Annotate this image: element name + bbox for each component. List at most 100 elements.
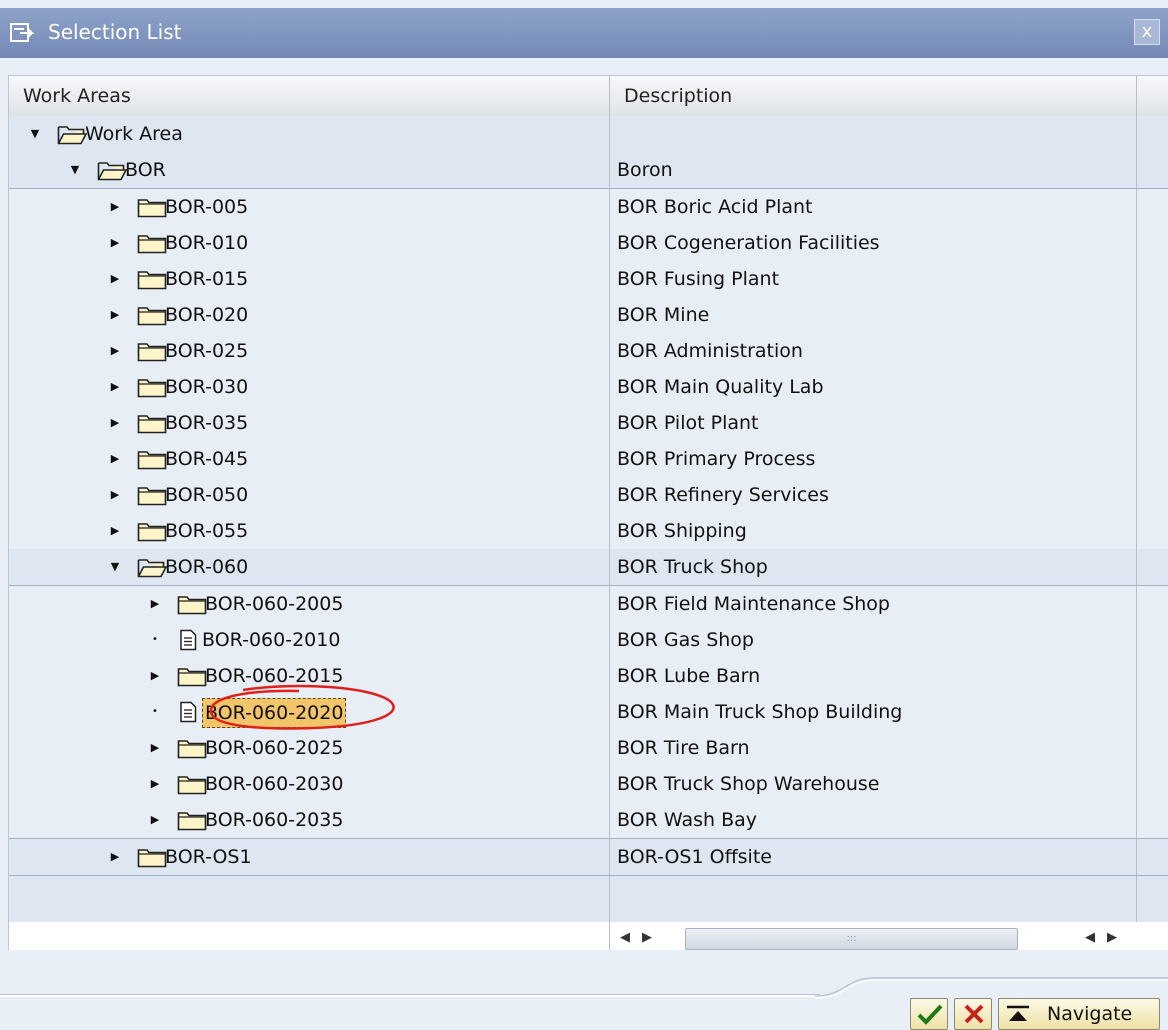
table-row[interactable]: ▶ BOR-005 BOR Boric Acid Plant <box>9 189 1168 225</box>
scroll-right-icon[interactable]: ▶ <box>1105 930 1119 945</box>
description-cell[interactable]: BOR Main Truck Shop Building <box>610 694 1137 730</box>
horizontal-scrollbar[interactable]: ◀ ▶::: ◀ ▶ <box>610 922 1137 950</box>
work-area-cell[interactable]: ▶ BOR-060-2015 <box>9 658 610 694</box>
collapse-arrow-right-icon[interactable]: ▶ <box>107 225 123 261</box>
table-row[interactable]: ▶ BOR-OS1 BOR-OS1 Offsite <box>9 839 1168 876</box>
collapse-arrow-right-icon[interactable]: ▶ <box>107 333 123 369</box>
description-cell[interactable]: Boron <box>610 152 1137 188</box>
work-area-cell[interactable]: • BOR-060-2020 <box>9 684 610 730</box>
work-area-label[interactable]: BOR-060-2035 <box>205 802 343 838</box>
work-area-cell[interactable]: ▶ BOR-060-2035 <box>9 802 610 838</box>
work-area-label[interactable]: BOR-025 <box>165 333 248 369</box>
ok-button[interactable] <box>910 998 948 1030</box>
table-row[interactable]: ▶ BOR-060-2015 BOR Lube Barn <box>9 658 1168 694</box>
work-area-label[interactable]: BOR-005 <box>165 189 248 225</box>
description-cell[interactable]: BOR Gas Shop <box>610 622 1137 658</box>
collapse-arrow-right-icon[interactable]: ▶ <box>107 513 123 549</box>
description-cell[interactable]: BOR Refinery Services <box>610 477 1137 513</box>
description-cell[interactable]: BOR Mine <box>610 297 1137 333</box>
description-cell[interactable]: BOR Truck Shop <box>610 549 1137 585</box>
work-area-cell[interactable]: ▶ BOR-060-2030 <box>9 766 610 802</box>
work-area-label[interactable]: BOR-055 <box>165 513 248 549</box>
collapse-arrow-right-icon[interactable]: ▶ <box>107 189 123 225</box>
collapse-arrow-right-icon[interactable]: ▶ <box>147 730 163 766</box>
table-row[interactable]: ▼ BOR-060 BOR Truck Shop <box>9 549 1168 586</box>
work-area-cell[interactable]: ▼ BOR-060 <box>9 549 610 585</box>
description-cell[interactable]: BOR Boric Acid Plant <box>610 189 1137 225</box>
scroll-right-icon[interactable]: ▶ <box>640 930 654 945</box>
work-area-label[interactable]: BOR-060 <box>165 549 248 585</box>
scroll-left-icon[interactable]: ◀ <box>618 930 632 945</box>
table-row[interactable]: ▶ BOR-015 BOR Fusing Plant <box>9 261 1168 297</box>
table-row[interactable]: ▶ BOR-030 BOR Main Quality Lab <box>9 369 1168 405</box>
description-cell[interactable]: BOR-OS1 Offsite <box>610 839 1137 875</box>
work-area-label[interactable]: BOR-060-2030 <box>205 766 343 802</box>
work-area-cell[interactable]: ▶ BOR-010 <box>9 225 610 261</box>
collapse-arrow-right-icon[interactable]: ▶ <box>147 658 163 694</box>
table-row[interactable]: ▶ BOR-045 BOR Primary Process <box>9 441 1168 477</box>
work-area-cell[interactable]: ▶ BOR-015 <box>9 261 610 297</box>
work-area-cell[interactable]: ▶ BOR-060-2025 <box>9 730 610 766</box>
work-area-label[interactable]: BOR-045 <box>165 441 248 477</box>
collapse-arrow-right-icon[interactable]: ▶ <box>107 441 123 477</box>
work-area-cell[interactable]: ▶ BOR-020 <box>9 297 610 333</box>
work-area-cell[interactable]: ▶ BOR-055 <box>9 513 610 549</box>
work-area-label[interactable]: BOR-010 <box>165 225 248 261</box>
table-row[interactable]: ▶ BOR-035 BOR Pilot Plant <box>9 405 1168 441</box>
selected-work-area-label[interactable]: BOR-060-2020 <box>202 698 347 728</box>
description-cell[interactable]: BOR Lube Barn <box>610 658 1137 694</box>
collapse-arrow-right-icon[interactable]: ▶ <box>147 802 163 838</box>
work-area-cell[interactable]: ▶ BOR-050 <box>9 477 610 513</box>
collapse-arrow-right-icon[interactable]: ▶ <box>107 477 123 513</box>
work-area-label[interactable]: BOR-060-2025 <box>205 730 343 766</box>
expand-arrow-down-icon[interactable]: ▼ <box>107 549 123 585</box>
navigate-button[interactable]: Navigate <box>998 998 1160 1030</box>
work-area-label[interactable]: BOR-015 <box>165 261 248 297</box>
work-area-label[interactable]: BOR-035 <box>165 405 248 441</box>
description-cell[interactable]: BOR Tire Barn <box>610 730 1137 766</box>
description-cell[interactable]: BOR Main Quality Lab <box>610 369 1137 405</box>
work-area-label[interactable]: BOR-050 <box>165 477 248 513</box>
work-area-cell[interactable]: ▶ BOR-OS1 <box>9 839 610 875</box>
work-area-cell[interactable]: ▶ BOR-060-2005 <box>9 586 610 622</box>
description-cell[interactable]: BOR Administration <box>610 333 1137 369</box>
table-row[interactable]: ▶ BOR-060-2030 BOR Truck Shop Warehouse <box>9 766 1168 802</box>
collapse-arrow-right-icon[interactable]: ▶ <box>107 261 123 297</box>
table-row[interactable]: ▼ BOR Boron <box>9 152 1168 189</box>
work-area-label[interactable]: BOR-020 <box>165 297 248 333</box>
work-area-label[interactable]: BOR-060-2005 <box>205 586 343 622</box>
work-area-label[interactable]: BOR <box>125 152 166 188</box>
table-row[interactable]: ▼ Work Area <box>9 116 1168 152</box>
description-cell[interactable]: BOR Shipping <box>610 513 1137 549</box>
table-row[interactable]: ▶ BOR-060-2025 BOR Tire Barn <box>9 730 1168 766</box>
work-area-cell[interactable]: ▶ BOR-035 <box>9 405 610 441</box>
work-area-cell[interactable]: ▼ BOR <box>9 152 610 188</box>
scroll-left-icon[interactable]: ◀ <box>1083 930 1097 945</box>
scrollbar-thumb[interactable]: ::: <box>685 928 1018 950</box>
description-cell[interactable]: BOR Pilot Plant <box>610 405 1137 441</box>
cancel-button[interactable] <box>954 998 992 1030</box>
description-cell[interactable]: BOR Wash Bay <box>610 802 1137 838</box>
work-area-label[interactable]: Work Area <box>85 116 183 152</box>
description-cell[interactable]: BOR Field Maintenance Shop <box>610 586 1137 622</box>
collapse-arrow-right-icon[interactable]: ▶ <box>147 766 163 802</box>
work-area-cell[interactable]: ▶ BOR-005 <box>9 189 610 225</box>
work-area-cell[interactable]: ▶ BOR-025 <box>9 333 610 369</box>
collapse-arrow-right-icon[interactable]: ▶ <box>147 586 163 622</box>
collapse-arrow-right-icon[interactable]: ▶ <box>107 369 123 405</box>
table-row[interactable]: ▶ BOR-060-2005 BOR Field Maintenance Shop <box>9 586 1168 622</box>
table-row[interactable]: ▶ BOR-060-2035 BOR Wash Bay <box>9 802 1168 839</box>
collapse-arrow-right-icon[interactable]: ▶ <box>107 405 123 441</box>
work-area-label[interactable]: BOR-060-2015 <box>205 658 343 694</box>
table-row[interactable]: ▶ BOR-020 BOR Mine <box>9 297 1168 333</box>
expand-arrow-down-icon[interactable]: ▼ <box>27 116 43 152</box>
close-button[interactable]: x <box>1134 19 1160 45</box>
expand-arrow-down-icon[interactable]: ▼ <box>67 152 83 188</box>
collapse-arrow-right-icon[interactable]: ▶ <box>107 839 123 875</box>
column-header-work-areas[interactable]: Work Areas <box>9 76 610 116</box>
table-row[interactable]: ▶ BOR-055 BOR Shipping <box>9 513 1168 549</box>
collapse-arrow-right-icon[interactable]: ▶ <box>107 297 123 333</box>
description-cell[interactable] <box>610 116 1137 152</box>
work-area-cell[interactable]: • BOR-060-2010 <box>9 622 610 658</box>
description-cell[interactable]: BOR Truck Shop Warehouse <box>610 766 1137 802</box>
